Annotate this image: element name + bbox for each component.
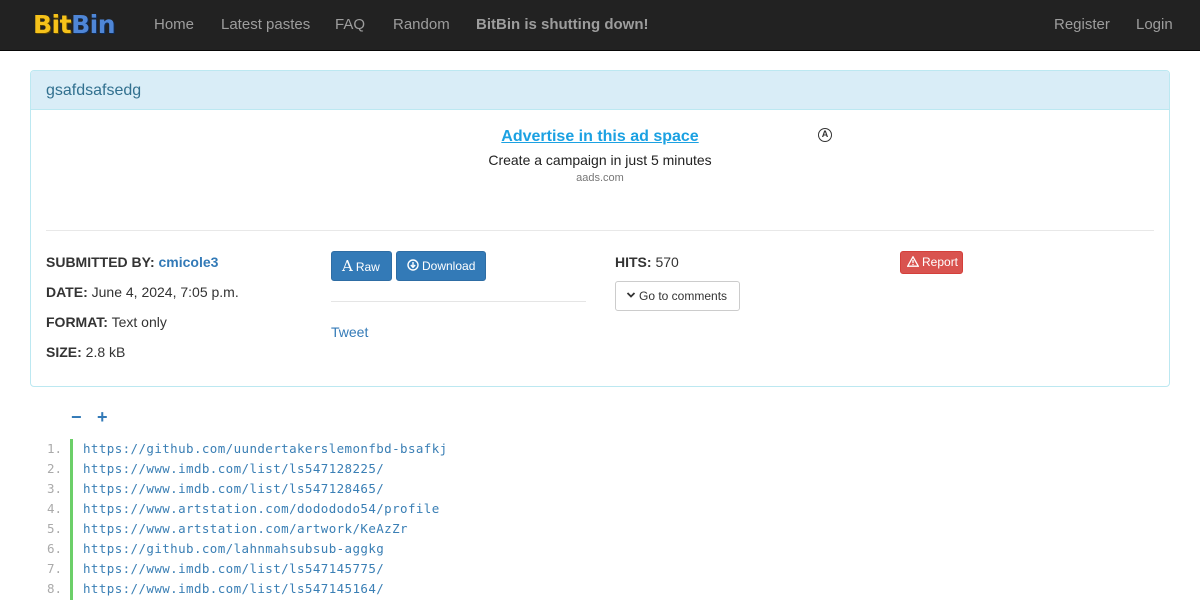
nav-login-link[interactable]: Login: [1136, 16, 1173, 34]
collapse-all-button[interactable]: −: [71, 408, 82, 426]
paste-content: 1. https://github.com/uundertakerslemonfb…: [30, 439, 1170, 600]
line-text: https://github.com/lahnmahsubsub-aggkg: [83, 541, 385, 556]
tweet-link[interactable]: Tweet: [331, 324, 368, 340]
download-button[interactable]: Download: [396, 251, 486, 281]
nav-home-link[interactable]: Home: [154, 16, 194, 34]
code-gutter-bar: [70, 439, 73, 600]
paste-title: gsafdsafsedg: [46, 82, 142, 99]
date-label: DATE:: [46, 284, 88, 300]
paste-info-panel: gsafdsafsedg Advertise in this ad space …: [30, 70, 1170, 387]
hits-row: HITS: 570: [615, 253, 679, 271]
date-value: June 4, 2024, 7:05 p.m.: [91, 284, 239, 300]
submitted-by-row: SUBMITTED BY: cmicole3: [46, 253, 218, 271]
ad-domain: aads.com: [576, 172, 624, 184]
download-icon: [407, 252, 419, 280]
font-icon: A: [342, 257, 353, 275]
line-number: 8.: [46, 581, 62, 596]
nav-faq-link[interactable]: FAQ: [335, 16, 365, 34]
top-navbar: BitBin Home Latest pastes FAQ Random Bit…: [0, 0, 1200, 51]
author-link[interactable]: cmicole3: [159, 254, 219, 270]
warning-icon: [906, 252, 920, 273]
line-text: https://github.com/uundertakerslemonfbd-…: [83, 441, 448, 456]
bitbin-logo[interactable]: BitBin: [33, 9, 116, 41]
chevron-down-icon: [626, 282, 636, 310]
format-value: Text only: [111, 314, 167, 330]
logo-part-bit: Bit: [33, 10, 72, 39]
logo-part-bin: Bin: [71, 10, 116, 39]
ad-banner-link: Advertise in this ad space: [31, 127, 1169, 147]
size-label: SIZE:: [46, 344, 82, 360]
advertise-link[interactable]: Advertise in this ad space: [501, 128, 698, 145]
submitted-by-label: SUBMITTED BY:: [46, 254, 155, 270]
go-to-comments-label: Go to comments: [639, 289, 728, 303]
download-button-label: Download: [422, 259, 476, 273]
line-text: https://www.imdb.com/list/ls547145775/: [83, 561, 385, 576]
nav-random-link[interactable]: Random: [393, 16, 450, 34]
line-text: https://www.imdb.com/list/ls547145164/: [83, 581, 385, 596]
line-number: 5.: [46, 521, 62, 536]
line-number: 4.: [46, 501, 62, 516]
date-row: DATE: June 4, 2024, 7:05 p.m.: [46, 283, 239, 301]
hits-value: 570: [655, 254, 679, 270]
line-number: 7.: [46, 561, 62, 576]
size-row: SIZE: 2.8 kB: [46, 343, 125, 361]
expand-all-button[interactable]: +: [97, 408, 108, 426]
ad-choices-icon[interactable]: A: [818, 128, 832, 142]
format-label: FORMAT:: [46, 314, 108, 330]
line-text: https://www.artstation.com/dodododo54/pr…: [83, 501, 440, 516]
panel-heading: gsafdsafsedg: [31, 71, 1169, 110]
panel-divider: [46, 230, 1154, 231]
line-number: 3.: [46, 481, 62, 496]
format-row: FORMAT: Text only: [46, 313, 167, 331]
go-to-comments-button[interactable]: Go to comments: [615, 281, 740, 311]
hits-label: HITS:: [615, 254, 652, 270]
nav-shutdown-notice-link[interactable]: BitBin is shutting down!: [476, 16, 648, 34]
line-number: 2.: [46, 461, 62, 476]
size-value: 2.8 kB: [85, 344, 126, 360]
line-number: 1.: [46, 441, 62, 456]
line-text: https://www.imdb.com/list/ls547128465/: [83, 481, 385, 496]
nav-latest-pastes-link[interactable]: Latest pastes: [221, 16, 310, 34]
ad-subtitle: Create a campaign in just 5 minutes: [488, 152, 712, 168]
nav-register-link[interactable]: Register: [1054, 16, 1110, 34]
report-button-label: Report: [922, 255, 959, 269]
share-divider: [331, 301, 586, 302]
line-text: https://www.artstation.com/artwork/KeAzZ…: [83, 521, 408, 536]
line-number: 6.: [46, 541, 62, 556]
raw-button-label: Raw: [355, 260, 380, 274]
raw-button[interactable]: A Raw: [331, 251, 392, 281]
report-button[interactable]: Report: [900, 251, 963, 274]
line-text: https://www.imdb.com/list/ls547128225/: [83, 461, 385, 476]
